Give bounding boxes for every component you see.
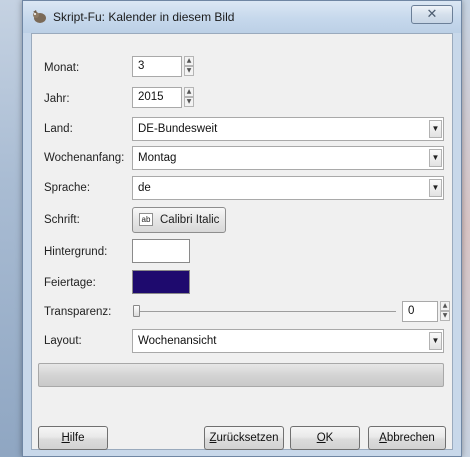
close-button[interactable]: ✕ [411,5,453,24]
layout-label: Layout: [44,335,82,347]
transparency-slider-track[interactable] [136,311,396,312]
sprache-value: de [138,182,151,194]
font-icon: ab [139,213,153,226]
script-fu-dialog: Skript-Fu: Kalender in diesem Bild ✕ Mon… [22,0,462,457]
sprache-label: Sprache: [44,182,91,194]
wochenanfang-select[interactable]: Montag ▼ [132,146,444,170]
sprache-select[interactable]: de ▼ [132,176,444,200]
font-select-button[interactable]: ab Calibri Italic [132,207,226,233]
hintergrund-label: Hintergrund: [44,246,108,258]
chevron-down-icon[interactable]: ▼ [429,332,442,350]
spin-up-icon[interactable]: ▲ [184,87,194,97]
spin-down-icon[interactable]: ▼ [184,66,194,76]
desktop-background-left [0,0,22,457]
layout-value: Wochenansicht [138,335,217,347]
land-select[interactable]: DE-Bundesweit ▼ [132,117,444,141]
wochenanfang-label: Wochenanfang: [44,152,125,164]
feiertage-label: Feiertage: [44,277,96,289]
monat-label: Monat: [44,62,80,74]
chevron-down-icon[interactable]: ▼ [429,179,442,197]
spin-up-icon[interactable]: ▲ [184,56,194,66]
transparency-spinner[interactable]: ▲ ▼ [440,301,450,322]
spin-up-icon[interactable]: ▲ [440,301,450,311]
dialog-content: Monat: 3 ▲ ▼ Jahr: 2015 ▲ ▼ Land: DE-Bun… [31,33,453,450]
transparency-slider-handle[interactable] [133,305,140,317]
holiday-color-button[interactable] [132,270,190,294]
close-icon: ✕ [426,7,438,22]
background-color-button[interactable] [132,239,190,263]
cancel-button[interactable]: Abbrechen [368,426,446,450]
jahr-spinner[interactable]: ▲ ▼ [184,87,194,108]
monat-input[interactable]: 3 [132,56,182,77]
schrift-label: Schrift: [44,214,80,226]
chevron-down-icon[interactable]: ▼ [429,149,442,167]
window-title: Skript-Fu: Kalender in diesem Bild [53,10,235,24]
transparenz-label: Transparenz: [44,306,112,318]
gimp-icon [33,10,46,23]
land-value: DE-Bundesweit [138,123,218,135]
help-button[interactable]: Hilfe [38,426,108,450]
spin-down-icon[interactable]: ▼ [184,97,194,107]
layout-select[interactable]: Wochenansicht ▼ [132,329,444,353]
progress-bar [38,363,444,387]
transparency-input[interactable]: 0 [402,301,438,322]
chevron-down-icon[interactable]: ▼ [429,120,442,138]
reset-button[interactable]: Zurücksetzen [204,426,284,450]
spin-down-icon[interactable]: ▼ [440,311,450,321]
monat-spinner[interactable]: ▲ ▼ [184,56,194,77]
font-name: Calibri Italic [160,214,220,226]
jahr-input[interactable]: 2015 [132,87,182,108]
land-label: Land: [44,123,73,135]
jahr-label: Jahr: [44,93,70,105]
ok-button[interactable]: OK [290,426,360,450]
wochenanfang-value: Montag [138,152,177,164]
title-bar[interactable]: Skript-Fu: Kalender in diesem Bild ✕ [23,1,461,33]
